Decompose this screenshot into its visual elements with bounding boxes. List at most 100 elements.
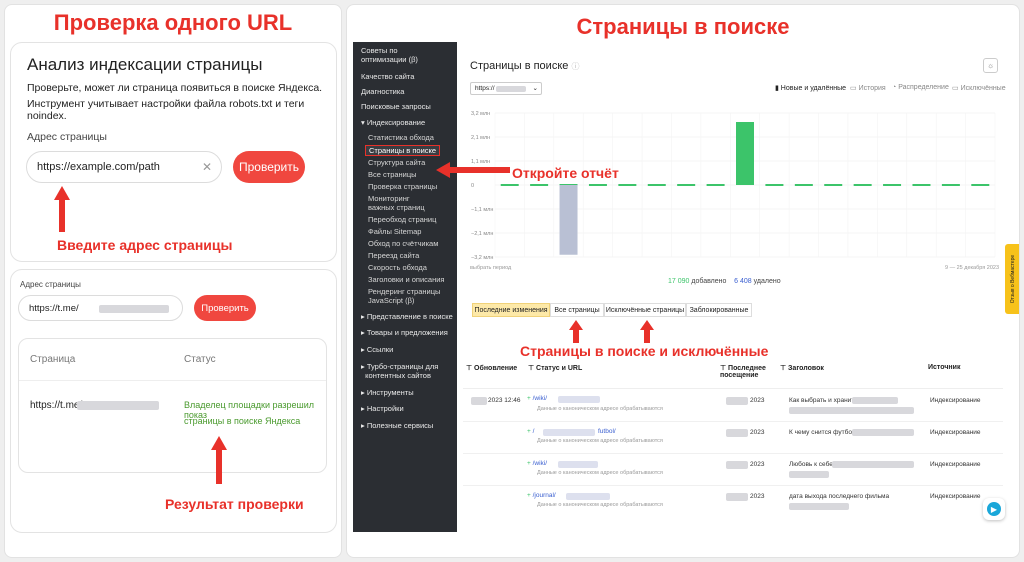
- blurred-url-4: [566, 493, 610, 500]
- sidebar-sub-monitoring[interactable]: Мониторинг важных страниц: [368, 194, 425, 212]
- right-title: Страницы в поиске: [576, 14, 790, 39]
- removed-label: удалено: [753, 278, 781, 285]
- left-title: Проверка одного URL: [53, 10, 293, 35]
- bar-zero: [883, 184, 902, 186]
- blurred-title-2: [852, 429, 914, 436]
- stats-line: 17 090 добавлено 6 408 удалено: [668, 278, 781, 285]
- check-button-2[interactable]: Проверить: [194, 295, 256, 321]
- col-updated[interactable]: ⊤ Обновление: [466, 364, 517, 372]
- row4-sub: Данные о каноническом адресе обрабатываю…: [537, 502, 663, 508]
- sidebar-sub-structure[interactable]: Структура сайта: [368, 158, 425, 167]
- added-label: добавлено: [691, 278, 727, 285]
- row2-sub: Данные о каноническом адресе обрабатываю…: [537, 438, 663, 444]
- tab-excluded-pages[interactable]: Исключённые страницы: [604, 303, 686, 317]
- sidebar-sub-check-page[interactable]: Проверка страницы: [368, 182, 437, 191]
- bar-zero: [500, 184, 519, 186]
- row1-url[interactable]: + /wiki/: [527, 395, 547, 402]
- sidebar-item-representation[interactable]: ▸ Представление в поиске: [361, 312, 453, 321]
- sidebar-sub-recrawl[interactable]: Переобход страниц: [368, 215, 436, 224]
- row1-visit: 2023: [750, 397, 765, 404]
- sidebar-sub-pages-in-search[interactable]: Страницы в поиске: [365, 145, 441, 156]
- bar-zero: [794, 184, 813, 186]
- row1-source: Индексирование: [930, 397, 981, 404]
- sidebar-item-tools[interactable]: ▸ Инструменты: [361, 388, 414, 397]
- sidebar-sub-counters[interactable]: Обход по счётчикам: [368, 239, 438, 248]
- bar-zero: [618, 184, 637, 186]
- y-tick-label: 0: [471, 183, 474, 189]
- chevron-down-icon: ⌄: [532, 85, 538, 92]
- sidebar-item-products[interactable]: ▸ Товары и предложения: [361, 328, 448, 337]
- sidebar-sub-all-pages[interactable]: Все страницы: [368, 170, 417, 179]
- chat-button[interactable]: ▶: [983, 498, 1005, 520]
- bar-zero: [853, 184, 872, 186]
- row4-url[interactable]: + /journal/: [527, 492, 556, 499]
- col-last-visit[interactable]: ⊤ Последнее посещение: [720, 364, 775, 379]
- sidebar-sub-sitemap[interactable]: Файлы Sitemap: [368, 227, 421, 236]
- bar-zero: [530, 184, 549, 186]
- tab-blocked[interactable]: Заблокированные: [686, 303, 752, 317]
- card-heading: Анализ индексации страницы: [27, 55, 263, 74]
- removed-value: 6 408: [734, 278, 752, 285]
- url-input-2-value: https://t.me/: [29, 302, 79, 314]
- row2-url[interactable]: + /: [527, 428, 534, 435]
- y-tick-label: −1,1 млн: [471, 207, 493, 213]
- sidebar-sub-crawl-stats[interactable]: Статистика обхода: [368, 133, 434, 142]
- blurred-visit-1: [726, 397, 748, 405]
- sidebar-item-diagnostics[interactable]: Диагностика: [361, 87, 404, 96]
- sidebar-item-quality[interactable]: Качество сайта: [361, 72, 414, 81]
- card-desc-1: Проверьте, может ли страница появиться в…: [27, 82, 323, 94]
- toggle-new-removed[interactable]: ▮ Новые и удалённые: [775, 84, 846, 92]
- settings-button[interactable]: ☼: [983, 58, 998, 73]
- toggle-excluded[interactable]: ▭ Исключённые: [952, 84, 1006, 92]
- sidebar-item-tips[interactable]: Советы по оптимизации (β): [361, 46, 418, 64]
- bar-zero: [647, 184, 666, 186]
- sidebar-sub-rendering[interactable]: Рендеринг страницы JavaScript (β): [368, 287, 440, 305]
- blurred-visit-2: [726, 429, 748, 437]
- bar-zero: [941, 184, 960, 186]
- sidebar-sub-speed[interactable]: Скорость обхода: [368, 263, 427, 272]
- row1-sub: Данные о каноническом адресе обрабатываю…: [537, 406, 663, 412]
- toggle-distribution[interactable]: ◔ Распределение: [892, 84, 949, 91]
- blurred-visit-3: [726, 461, 748, 469]
- url-input-2[interactable]: https://t.me/: [18, 295, 183, 321]
- y-tick-label: −3,2 млн: [471, 255, 493, 261]
- blurred-url-2: [543, 429, 595, 436]
- row3-visit: 2023: [750, 461, 765, 468]
- row3-url[interactable]: + /wiki/: [527, 460, 547, 467]
- site-select[interactable]: https:// ⌄: [470, 82, 542, 95]
- sidebar-item-queries[interactable]: Поисковые запросы: [361, 102, 431, 111]
- sidebar-item-settings[interactable]: ▸ Настройки: [361, 404, 404, 413]
- sidebar-item-links[interactable]: ▸ Ссылки: [361, 345, 393, 354]
- period-right: 9 — 25 декабря 2023: [945, 265, 1000, 271]
- col-status: Статус: [184, 354, 216, 365]
- arrow-up-annotation-2: [211, 436, 227, 484]
- url-input[interactable]: https://example.com/path ✕: [26, 151, 222, 183]
- tab-recent-changes[interactable]: Последние изменения: [472, 303, 550, 317]
- bar-zero: [588, 184, 607, 186]
- col-title[interactable]: ⊤ Заголовок: [780, 364, 824, 372]
- check-button[interactable]: Проверить: [233, 151, 305, 183]
- tab-all-pages[interactable]: Все страницы: [550, 303, 604, 317]
- sidebar-sub-move[interactable]: Переезд сайта: [368, 251, 419, 260]
- sidebar-item-services[interactable]: ▸ Полезные сервисы: [361, 421, 433, 430]
- row1-title: Как выбрать и хранить: [789, 397, 858, 404]
- url-input-value: https://example.com/path: [37, 161, 160, 173]
- clear-icon[interactable]: ✕: [202, 160, 212, 174]
- y-tick-label: 3,2 млн: [471, 111, 490, 117]
- row-status-2: страницы в поиске Яндекса: [184, 416, 301, 426]
- annotation-result: Результат проверки: [165, 496, 304, 512]
- sidebar-item-indexing[interactable]: ▾ Индексирование: [361, 118, 425, 127]
- col-status-url[interactable]: ⊤ Статус и URL: [528, 364, 582, 372]
- annotation-enter-url: Введите адрес страницы: [57, 237, 233, 253]
- row2-url-tail: futbol/: [598, 428, 616, 435]
- sidebar-item-turbo[interactable]: ▸ Турбо-страницы для контентных сайтов: [361, 362, 438, 380]
- row3-sub: Данные о каноническом адресе обрабатываю…: [537, 470, 663, 476]
- annotation-tabs: Страницы в поиске и исключённые: [520, 343, 769, 359]
- row4-source: Индексирование: [930, 493, 981, 500]
- sidebar-sub-titles[interactable]: Заголовки и описания: [368, 275, 444, 284]
- row-page: https://t.me/: [30, 400, 83, 411]
- toggle-history[interactable]: ▭ История: [850, 84, 886, 92]
- row3-source: Индексирование: [930, 461, 981, 468]
- arrow-up-annotation-1: [54, 186, 70, 232]
- info-icon[interactable]: ⓘ: [571, 62, 579, 71]
